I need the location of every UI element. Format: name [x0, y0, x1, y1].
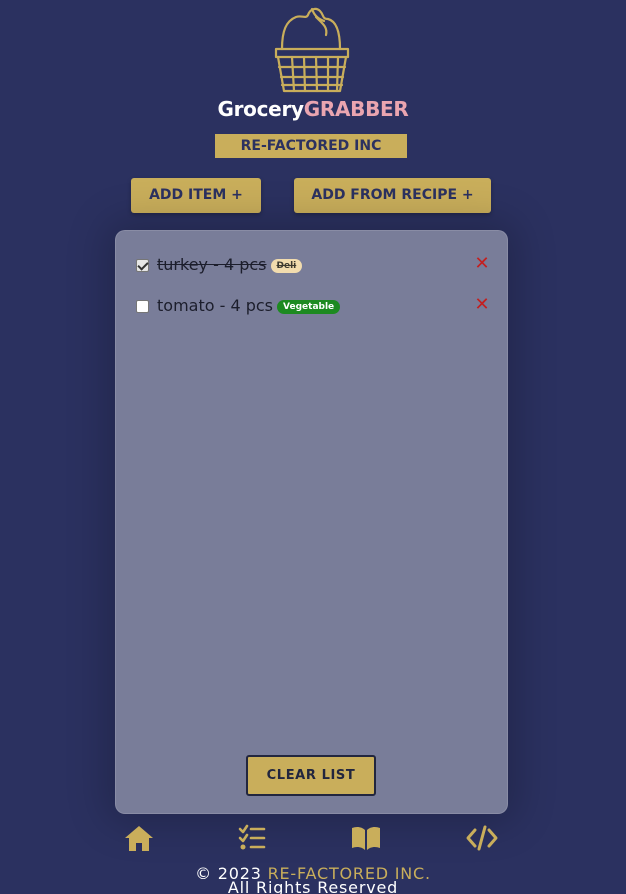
close-icon[interactable]: ✕	[472, 253, 492, 275]
logo-wordmark: GroceryGRABBER	[0, 97, 626, 121]
home-icon[interactable]	[123, 824, 155, 852]
item-text: turkey - 4 pcs Deli	[157, 255, 303, 274]
item-label: tomato - 4 pcs	[157, 296, 274, 315]
add-item-button[interactable]: ADD ITEM +	[131, 178, 261, 213]
list-item: turkey - 4 pcs Deli ✕	[136, 253, 492, 277]
clear-list-button[interactable]: CLEAR LIST	[246, 755, 376, 796]
item-label: turkey - 4 pcs	[157, 255, 267, 274]
close-icon[interactable]: ✕	[472, 294, 492, 316]
book-icon[interactable]	[350, 824, 382, 852]
app-page: GroceryGRABBER RE-FACTORED INC ADD ITEM …	[0, 0, 626, 894]
checklist-icon[interactable]	[236, 824, 268, 852]
item-checkbox[interactable]	[136, 300, 149, 313]
footer-rights: All Rights Reserved	[227, 878, 399, 894]
logo-word-grocery: Grocery	[217, 97, 305, 121]
add-from-recipe-button[interactable]: ADD FROM RECIPE +	[294, 178, 491, 213]
company-banner: RE-FACTORED INC	[215, 134, 407, 158]
category-badge: Deli	[270, 259, 303, 273]
shopping-basket-icon	[274, 7, 350, 93]
item-text: tomato - 4 pcs Vegetable	[157, 296, 341, 315]
item-checkbox[interactable]	[136, 259, 149, 272]
category-badge: Vegetable	[277, 300, 341, 314]
list-item: tomato - 4 pcs Vegetable ✕	[136, 294, 492, 318]
grocery-list-panel: turkey - 4 pcs Deli ✕ tomato - 4 pcs Veget…	[115, 230, 508, 814]
logo-word-grabber: GRABBER	[303, 97, 409, 121]
code-icon[interactable]	[466, 824, 498, 852]
